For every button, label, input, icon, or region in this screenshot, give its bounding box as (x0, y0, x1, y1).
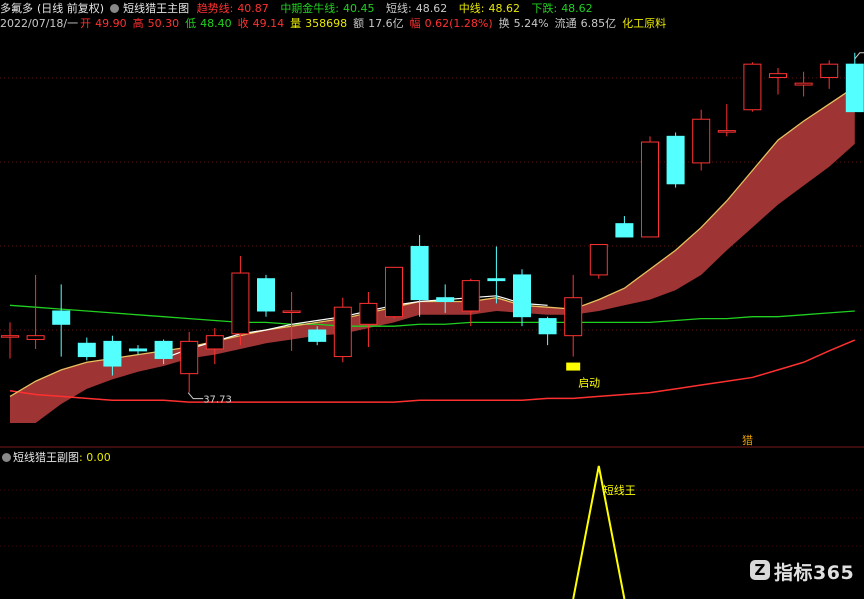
candle (333, 297, 352, 363)
candle-body (205, 335, 224, 350)
candle-body (52, 310, 71, 325)
candle (205, 328, 224, 365)
candle (820, 60, 839, 89)
start-signal-label: 启动 (578, 377, 600, 390)
candle-body (615, 223, 634, 238)
candle-body (282, 310, 301, 313)
candle-body (1, 335, 19, 338)
candle (794, 71, 813, 97)
candle-body (487, 278, 506, 282)
candle (257, 274, 275, 317)
candle (641, 136, 659, 238)
candle (385, 266, 403, 319)
candle (717, 104, 736, 137)
low-pointer (187, 392, 204, 400)
candle-body (845, 63, 864, 113)
candle (282, 292, 301, 351)
candle (52, 284, 71, 357)
candle-body (794, 82, 813, 86)
candle (513, 269, 531, 327)
candle-body (308, 329, 327, 342)
candle-body (436, 297, 455, 303)
candle-body (564, 297, 583, 337)
candle-body (410, 245, 429, 301)
candle-body (257, 278, 275, 312)
candle-body (154, 340, 173, 359)
candle-body (77, 342, 96, 358)
candle-body (231, 272, 250, 335)
candle-body (513, 274, 531, 318)
sub-indicator-name[interactable]: 短线猎王副图 (13, 451, 79, 464)
candle-body (666, 135, 685, 185)
candle-body (26, 335, 45, 340)
trend-ribbon (10, 86, 855, 424)
candle (26, 274, 45, 349)
candle (538, 316, 557, 346)
sub-indicator-value: : 0.00 (79, 451, 111, 464)
candle-body (461, 280, 480, 312)
candle (461, 278, 480, 327)
brand-name: 指标365 (774, 562, 855, 584)
sub-panel-header: 短线猎王副图: 0.00 (0, 451, 111, 464)
candle (769, 67, 787, 95)
candle-body (333, 306, 352, 358)
candle (359, 292, 378, 348)
candle-body (769, 73, 787, 78)
candle-body (180, 340, 199, 375)
candle-body (641, 141, 659, 238)
candle (845, 52, 864, 113)
candle-body (103, 340, 122, 367)
candle (615, 216, 634, 238)
candle (589, 244, 608, 279)
candle-body (538, 318, 557, 335)
candle-body (359, 302, 378, 325)
candle-body (717, 130, 736, 133)
candle (564, 274, 583, 357)
short-king-label: 短线王 (603, 483, 636, 497)
candle-body (820, 63, 839, 78)
high-pointer (854, 52, 864, 60)
corner-label: 猎 (742, 433, 753, 447)
candle (77, 337, 96, 361)
candle (1, 322, 19, 359)
candle-body (385, 266, 403, 318)
candle-body (743, 63, 762, 111)
candle (692, 109, 711, 171)
candle (666, 132, 685, 188)
brand-watermark: Z 指标365 (750, 556, 860, 586)
candle-body (129, 348, 147, 352)
start-signal-marker (566, 362, 581, 371)
candle (487, 246, 506, 304)
candle (743, 62, 762, 112)
kline-chart[interactable]: 55.5937.73启动猎 短线王 (0, 0, 864, 599)
candle-body (692, 118, 711, 164)
candle-body (589, 244, 608, 276)
sub-indicator-settings-icon[interactable] (2, 453, 11, 462)
candle (180, 331, 199, 393)
candle (231, 255, 250, 346)
brand-logo-icon: Z (750, 560, 770, 580)
low-price-label: 37.73 (203, 395, 232, 406)
